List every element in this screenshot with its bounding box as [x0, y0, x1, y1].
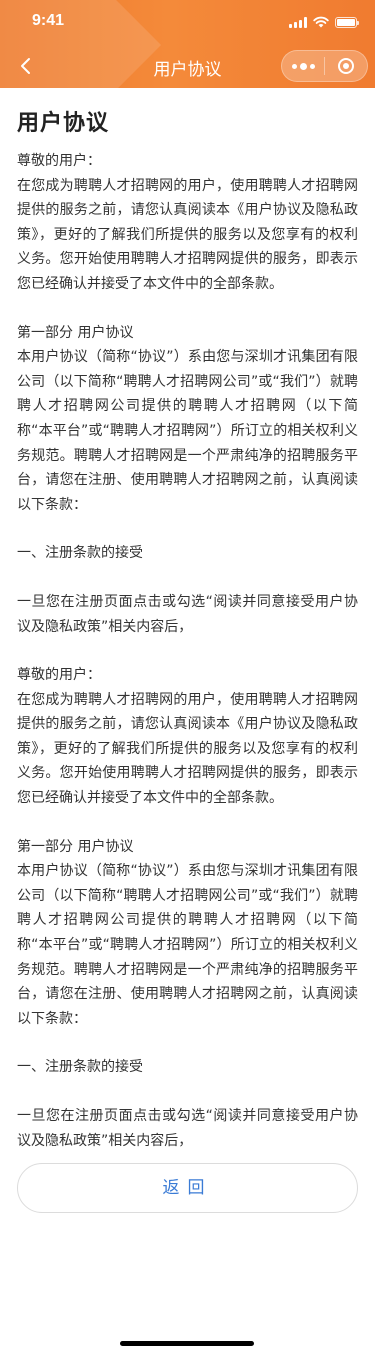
clause-title: 一、注册条款的接受 — [17, 545, 143, 562]
close-circle-icon — [338, 58, 354, 74]
return-button[interactable]: 返回 — [17, 1163, 358, 1214]
agreement-section: 尊敬的用户： 在您成为聘聘人才招聘网的用户，使用聘聘人才招聘网提供的服务之前，请… — [17, 663, 358, 1153]
more-dot-right — [309, 63, 315, 69]
part-title: 第一部分 用户协议 — [17, 324, 134, 341]
more-dot-center — [299, 62, 307, 70]
battery-icon — [335, 16, 359, 28]
navigation-bar: 用户协议 — [0, 44, 375, 88]
more-dots-icon — [291, 63, 297, 69]
app-header: 9:41 用户协议 — [0, 0, 375, 88]
agreement-content: 用户协议 尊敬的用户： 在您成为聘聘人才招聘网的用户，使用聘聘人才招聘网提供的服… — [0, 105, 375, 1153]
status-bar: 9:41 — [0, 0, 375, 44]
signal-icon — [289, 16, 307, 28]
mini-program-capsule — [281, 50, 368, 82]
part-body: 本用户协议（简称“协议”）系由您与深圳才讯集团有限公司（以下简称“聘聘人才招聘网… — [17, 349, 358, 513]
greeting: 尊敬的用户： — [17, 153, 101, 169]
part-title: 第一部分 用户协议 — [17, 838, 134, 855]
status-icons — [289, 16, 359, 28]
home-indicator — [120, 1341, 254, 1346]
intro-paragraph: 在您成为聘聘人才招聘网的用户，使用聘聘人才招聘网提供的服务之前，请您认真阅读本《… — [17, 691, 358, 807]
clause-body: 一旦您在注册页面点击或勾选“阅读并同意接受用户协议及隐私政策”相关内容后， — [17, 1108, 358, 1149]
status-time: 9:41 — [32, 12, 65, 29]
greeting: 尊敬的用户： — [17, 667, 101, 684]
clause-body: 一旦您在注册页面点击或勾选“阅读并同意接受用户协议及隐私政策”相关内容后， — [17, 593, 358, 635]
page-title: 用户协议 — [17, 111, 110, 136]
clause-title: 一、注册条款的接受 — [17, 1059, 143, 1076]
intro-paragraph: 在您成为聘聘人才招聘网的用户，使用聘聘人才招聘网提供的服务之前，请您认真阅读本《… — [17, 177, 358, 292]
more-button[interactable] — [282, 51, 324, 81]
agreement-section: 尊敬的用户： 在您成为聘聘人才招聘网的用户，使用聘聘人才招聘网提供的服务之前，请… — [17, 149, 358, 639]
part-body: 本用户协议（简称“协议”）系由您与深圳才讯集团有限公司（以下简称“聘聘人才招聘网… — [17, 863, 358, 1027]
wifi-icon — [313, 16, 329, 28]
close-button[interactable] — [325, 51, 367, 81]
